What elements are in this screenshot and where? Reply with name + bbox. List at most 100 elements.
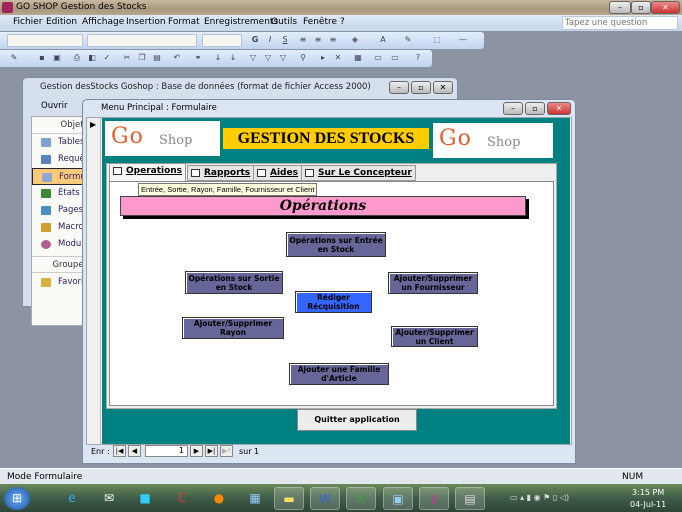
item-label: Pages [58,205,84,215]
quit-application-button[interactable]: Quitter application [297,409,417,431]
tab-aides[interactable]: Aides [253,165,302,181]
menu-outils[interactable]: Outils [271,17,297,27]
fill-color-icon[interactable]: ◈ [350,35,360,45]
minimize-button[interactable]: – [609,1,631,14]
border-icon[interactable]: ⬚ [432,35,442,45]
undo-icon[interactable]: ↶ [172,53,182,63]
fournisseur-button[interactable]: Ajouter/Supprimer un Fournisseur [388,272,478,294]
db-restore-button[interactable]: ▫ [411,81,431,94]
calculator-icon[interactable]: ▦ [240,487,270,510]
menu-affichage[interactable]: Affichage [82,17,124,27]
start-button[interactable]: ⊞ [4,487,30,510]
font-combo[interactable] [87,34,197,47]
rediger-requisition-button[interactable]: Rédiger Récquisition [295,291,372,313]
firefox-icon[interactable]: ● [204,487,234,510]
clock-time[interactable]: 3:15 PM [632,488,664,497]
ccleaner-icon[interactable]: C [167,487,197,510]
new-record-button[interactable]: ▶* [220,445,233,457]
internet-explorer-icon[interactable]: e [57,487,87,510]
sort-desc-icon[interactable]: ↓ [228,53,238,63]
font-color-icon[interactable]: A [378,35,388,45]
word-icon[interactable]: W [310,487,340,510]
search-file-icon[interactable]: ▣ [52,53,62,63]
print-icon[interactable]: ⎙ [72,53,82,63]
menu-fenetre[interactable]: Fenêtre [303,17,337,27]
record-selector[interactable]: ▶ [87,118,101,444]
previous-record-button[interactable]: ◀ [128,445,141,457]
operations-page: Entrée, Sortie, Rayon, Famille, Fourniss… [109,181,554,406]
size-combo[interactable] [202,34,242,47]
find-icon[interactable]: ⚲ [298,53,308,63]
print-preview-icon[interactable]: ◧ [87,53,97,63]
explorer-icon[interactable]: ▬ [274,487,304,510]
app-icon[interactable]: ■ [130,487,160,510]
italic-icon[interactable]: I [265,35,275,45]
help-question-input[interactable]: Tapez une question [562,16,678,30]
menu-insertion[interactable]: Insertion [126,17,166,27]
hyperlink-icon[interactable]: ⚭ [193,53,203,63]
menu-enregistrements[interactable]: Enregistrements [204,17,278,27]
document-icon[interactable]: ▤ [455,487,485,510]
menu-edition[interactable]: Edition [46,17,77,27]
item-label: États [58,188,80,198]
align-left-icon[interactable]: ≡ [298,35,308,45]
new-object-icon[interactable]: ▭ [390,53,400,63]
underline-icon[interactable]: S [280,35,290,45]
tab-rapports[interactable]: Rapports [187,165,255,181]
record-label: Enr : [91,447,110,456]
paste-icon[interactable]: ▤ [152,53,162,63]
filter-selection-icon[interactable]: ▽ [248,53,258,63]
client-button[interactable]: Ajouter/Supprimer un Client [391,326,478,347]
delete-record-icon[interactable]: ✕ [333,53,343,63]
form-close-button[interactable]: ✕ [547,102,571,115]
db-close-button[interactable]: ✕ [433,81,453,94]
help-icon[interactable]: ? [413,53,423,63]
properties-icon[interactable]: ▦ [353,53,363,63]
view-icon[interactable]: ✎ [9,53,19,63]
align-center-icon[interactable]: ≡ [313,35,323,45]
spelling-icon[interactable]: ✓ [102,53,112,63]
form-restore-button[interactable]: ▫ [525,102,545,115]
line-color-icon[interactable]: ✎ [403,35,413,45]
entree-stock-button[interactable]: Opérations sur Entrée en Stock [286,232,386,257]
next-record-button[interactable]: ▶ [190,445,203,457]
goshop-logo-left: Go Shop [105,121,220,156]
control-panel-icon[interactable]: ▣ [383,487,413,510]
rayon-button[interactable]: Ajouter/Supprimer Rayon [182,317,284,339]
save-icon[interactable]: ▪ [37,53,47,63]
new-record-icon[interactable]: ▸ [318,53,328,63]
database-window-icon[interactable]: ▭ [373,53,383,63]
form-minimize-button[interactable]: – [503,102,523,115]
access-icon[interactable]: ⚷ [419,487,449,510]
close-button[interactable]: ✕ [651,1,680,14]
restore-button[interactable]: ▫ [631,1,651,14]
famille-article-button[interactable]: Ajouter une Famille d'Article [289,363,389,385]
book-icon [113,167,122,175]
bold-icon[interactable]: G [250,35,260,45]
record-number-input[interactable]: 1 [145,445,188,457]
cut-icon[interactable]: ✂ [122,53,132,63]
menu-help[interactable]: ? [340,17,345,27]
db-minimize-button[interactable]: – [389,81,409,94]
sortie-stock-button[interactable]: Opérations sur Sortie en Stock [185,271,283,294]
menu-format[interactable]: Format [168,17,200,27]
clock-date[interactable]: 04-Jul-11 [630,500,666,509]
thunderbird-icon[interactable]: ✉ [94,487,124,510]
open-button[interactable]: Ouvrir [41,101,67,111]
sort-asc-icon[interactable]: ↓ [213,53,223,63]
form-heading: GESTION DES STOCKS [223,128,429,149]
first-record-button[interactable]: |◀ [113,445,126,457]
tab-operations[interactable]: Operations [109,163,187,181]
tab-sur-le-concepteur[interactable]: Sur Le Concepteur [301,165,416,181]
menu-fichier[interactable]: Fichier [13,17,42,27]
book-icon [257,169,266,177]
apply-filter-icon[interactable]: ▽ [278,53,288,63]
filter-form-icon[interactable]: ▽ [263,53,273,63]
object-combo[interactable] [7,34,83,47]
align-right-icon[interactable]: ≡ [328,35,338,45]
tray-icons[interactable]: ▭ ▴ ▮ ◉ ⚑ ▯ ◁) [510,493,569,502]
last-record-button[interactable]: ▶| [205,445,218,457]
line-width-icon[interactable]: — [458,35,468,45]
excel-icon[interactable]: X [346,487,376,510]
copy-icon[interactable]: ❐ [137,53,147,63]
